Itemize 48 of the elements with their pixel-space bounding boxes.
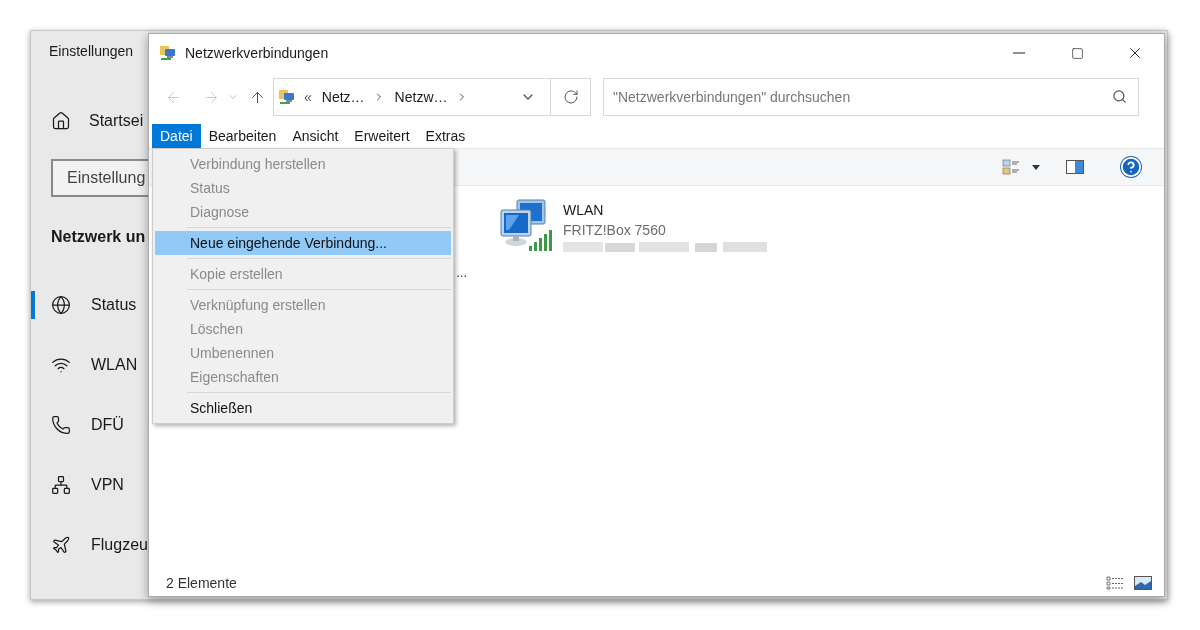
overflow-chevron[interactable]: «	[304, 86, 312, 108]
home-nav-item[interactable]: Startsei	[51, 109, 149, 133]
phone-icon	[51, 415, 71, 435]
breadcrumb[interactable]: Netz…	[321, 86, 365, 108]
details-view-button[interactable]	[1106, 576, 1124, 590]
large-icons-view-icon	[1134, 576, 1152, 590]
minimize-icon	[1013, 52, 1025, 54]
connection-item[interactable]: WLAN FRITZ!Box 7560	[497, 196, 773, 256]
menu-bar-item[interactable]: Extras	[417, 124, 474, 148]
large-icons-view-button[interactable]	[1134, 576, 1152, 590]
address-bar[interactable]: « Netz… Netzw…	[273, 78, 591, 116]
globe-icon	[51, 295, 71, 315]
window-title: Einstellungen	[49, 42, 135, 61]
menu-bar-item[interactable]: Erweitert	[346, 124, 418, 148]
home-icon	[51, 111, 71, 131]
search-icon	[1112, 89, 1127, 104]
menu-item[interactable]: Neue eingehende Verbindung...	[155, 231, 451, 255]
breadcrumb[interactable]: Netzw…	[394, 86, 448, 108]
item-label[interactable]: ...	[456, 262, 467, 282]
device-name: FRITZ!Box 7560	[563, 221, 667, 240]
menu-bar-item[interactable]: Bearbeiten	[200, 124, 285, 148]
nav-item[interactable]: WLAN	[31, 351, 149, 379]
search-field[interactable]: Einstellung	[51, 159, 149, 197]
menu-item[interactable]: Schließen	[155, 396, 451, 420]
nav-item[interactable]: Flugzeu	[31, 531, 149, 559]
menu-bar-item[interactable]: Ansicht	[284, 124, 347, 148]
network-icon	[51, 475, 71, 495]
help-button[interactable]	[1120, 156, 1142, 178]
search-field[interactable]: "Netzwerkverbindungen" durchsuchen	[603, 78, 1139, 116]
nav-item[interactable]: DFÜ	[31, 411, 149, 439]
nav-item[interactable]: VPN	[31, 471, 149, 499]
network-folder-icon	[159, 44, 177, 62]
caret-icon	[1032, 164, 1040, 170]
help-icon	[1120, 156, 1142, 178]
change-view-button[interactable]	[1002, 158, 1040, 176]
connection-name: WLAN	[563, 201, 605, 220]
details-view-icon	[1106, 576, 1124, 590]
maximize-icon	[1070, 46, 1084, 60]
preview-pane-button[interactable]	[1066, 160, 1084, 174]
network-folder-icon	[278, 88, 296, 106]
status-bar-text: 2 Elemente	[166, 573, 237, 593]
menu-bar-item[interactable]: Datei	[152, 124, 201, 148]
plane-icon	[51, 535, 71, 555]
view-icon	[1002, 158, 1020, 176]
preview-pane-icon	[1066, 160, 1084, 174]
section-heading: Netzwerk un	[51, 227, 147, 247]
window-title: Netzwerkverbindungen	[185, 43, 329, 63]
refresh-icon	[562, 89, 579, 105]
